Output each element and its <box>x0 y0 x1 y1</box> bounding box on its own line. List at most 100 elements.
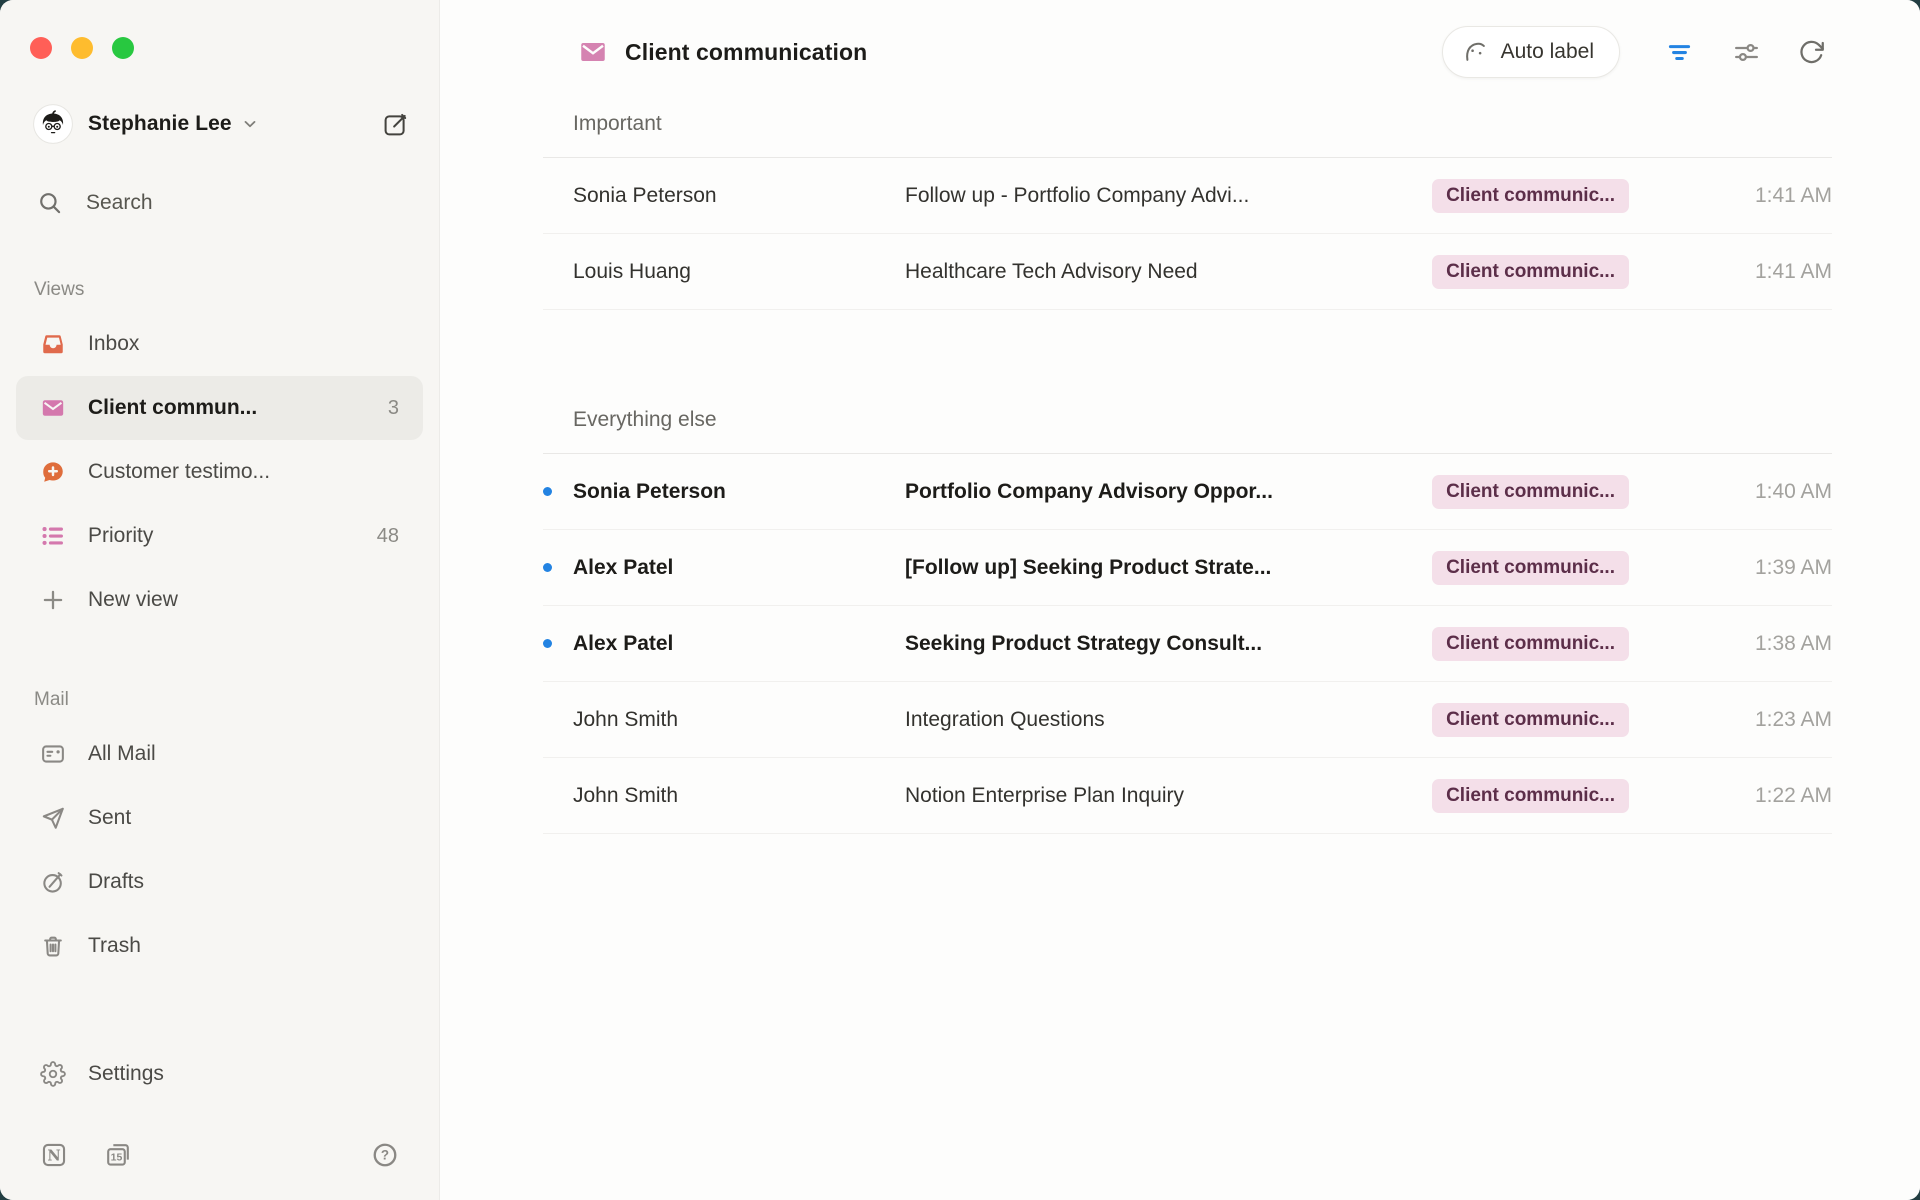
search-icon <box>37 190 63 216</box>
search-label: Search <box>86 191 153 215</box>
sidebar-item-label: All Mail <box>88 742 156 766</box>
sidebar-item-customer-testimonials[interactable]: Customer testimo... <box>16 440 423 504</box>
sidebar-item-trash[interactable]: Trash <box>16 914 423 978</box>
refresh-icon[interactable] <box>1798 39 1825 66</box>
main-header: Client communication Auto label <box>440 0 1920 104</box>
views-section-label: Views <box>16 268 423 312</box>
email-label-pill[interactable]: Client communic... <box>1432 703 1629 737</box>
sidebar-item-label: New view <box>88 588 178 612</box>
email-subject: Notion Enterprise Plan Inquiry <box>905 784 1432 808</box>
close-window-button[interactable] <box>30 37 52 59</box>
sidebar-item-inbox[interactable]: Inbox <box>16 312 423 376</box>
sidebar-item-client-communication[interactable]: Client commun... 3 <box>16 376 423 440</box>
sidebar-item-priority[interactable]: Priority 48 <box>16 504 423 568</box>
compose-icon[interactable] <box>382 111 409 138</box>
svg-text:15: 15 <box>111 1151 123 1163</box>
minimize-window-button[interactable] <box>71 37 93 59</box>
sidebar-item-count: 3 <box>388 397 399 420</box>
sidebar-item-label: Drafts <box>88 870 144 894</box>
email-time: 1:41 AM <box>1629 260 1832 284</box>
email-label-pill[interactable]: Client communic... <box>1432 255 1629 289</box>
svg-text:?: ? <box>381 1148 389 1163</box>
email-subject: [Follow up] Seeking Product Strate... <box>905 556 1432 580</box>
email-sender: John Smith <box>573 708 905 732</box>
unread-dot <box>543 487 552 496</box>
section-title: Everything else <box>543 400 1832 454</box>
trash-icon <box>40 933 66 959</box>
sidebar-item-label: Trash <box>88 934 141 958</box>
svg-text:N: N <box>47 1147 60 1164</box>
sidebar-item-drafts[interactable]: Drafts <box>16 850 423 914</box>
section-title: Important <box>543 104 1832 158</box>
sidebar-item-sent[interactable]: Sent <box>16 786 423 850</box>
email-subject: Portfolio Company Advisory Oppor... <box>905 480 1432 504</box>
email-sender: Alex Patel <box>573 632 905 656</box>
email-sender: Sonia Peterson <box>573 480 905 504</box>
email-time: 1:23 AM <box>1629 708 1832 732</box>
sidebar-item-new-view[interactable]: New view <box>16 568 423 632</box>
email-label-pill[interactable]: Client communic... <box>1432 475 1629 509</box>
email-row[interactable]: John Smith Integration Questions Client … <box>543 682 1832 758</box>
sidebar-item-settings[interactable]: Settings <box>16 1042 423 1106</box>
email-row[interactable]: Sonia Peterson Portfolio Company Advisor… <box>543 454 1832 530</box>
profile-name[interactable]: Stephanie Lee <box>88 112 232 136</box>
unread-dot <box>543 639 552 648</box>
send-icon <box>40 805 66 831</box>
window-controls <box>30 37 134 59</box>
inbox-icon <box>40 331 66 357</box>
email-sender: Alex Patel <box>573 556 905 580</box>
filter-icon[interactable] <box>1666 39 1693 66</box>
help-icon[interactable]: ? <box>371 1141 399 1169</box>
app-window: Stephanie Lee Search Views <box>0 0 1920 1200</box>
unread-dot <box>543 563 552 572</box>
priority-list-icon <box>40 523 66 549</box>
email-row[interactable]: Sonia Peterson Follow up - Portfolio Com… <box>543 158 1832 234</box>
email-time: 1:40 AM <box>1629 480 1832 504</box>
email-sender: John Smith <box>573 784 905 808</box>
search-button[interactable]: Search <box>37 180 153 226</box>
auto-label-button[interactable]: Auto label <box>1442 26 1620 78</box>
settings-label: Settings <box>88 1062 164 1086</box>
sidebar-item-label: Inbox <box>88 332 139 356</box>
header-actions: Auto label <box>1442 26 1825 78</box>
email-time: 1:38 AM <box>1629 632 1832 656</box>
sidebar-nav: Views Inbox Client commun... 3 <box>16 268 423 978</box>
email-row[interactable]: Louis Huang Healthcare Tech Advisory Nee… <box>543 234 1832 310</box>
sidebar-item-all-mail[interactable]: All Mail <box>16 722 423 786</box>
drafts-icon <box>40 869 66 895</box>
sidebar: Stephanie Lee Search Views <box>0 0 440 1200</box>
mail-section-label: Mail <box>16 678 423 722</box>
email-label-pill[interactable]: Client communic... <box>1432 627 1629 661</box>
email-row[interactable]: Alex Patel Seeking Product Strategy Cons… <box>543 606 1832 682</box>
email-row[interactable]: Alex Patel [Follow up] Seeking Product S… <box>543 530 1832 606</box>
email-list: Important Sonia Peterson Follow up - Por… <box>543 104 1832 834</box>
sidebar-item-label: Sent <box>88 806 131 830</box>
sidebar-item-label: Priority <box>88 524 153 548</box>
sliders-icon[interactable] <box>1733 39 1760 66</box>
sidebar-item-label: Client commun... <box>88 396 257 420</box>
envelope-icon <box>40 395 66 421</box>
avatar[interactable] <box>33 104 73 144</box>
email-sender: Sonia Peterson <box>573 184 905 208</box>
main-panel: Client communication Auto label <box>440 0 1920 1200</box>
email-label-pill[interactable]: Client communic... <box>1432 779 1629 813</box>
chat-plus-icon <box>40 459 66 485</box>
email-subject: Follow up - Portfolio Company Advi... <box>905 184 1432 208</box>
email-label-pill[interactable]: Client communic... <box>1432 179 1629 213</box>
chevron-down-icon[interactable] <box>241 115 259 133</box>
email-time: 1:22 AM <box>1629 784 1832 808</box>
sidebar-footer: N 15 ? <box>40 1123 399 1187</box>
ai-face-icon <box>1462 39 1489 66</box>
section-important: Important Sonia Peterson Follow up - Por… <box>543 104 1832 310</box>
maximize-window-button[interactable] <box>112 37 134 59</box>
email-label-pill[interactable]: Client communic... <box>1432 551 1629 585</box>
email-row[interactable]: John Smith Notion Enterprise Plan Inquir… <box>543 758 1832 834</box>
notion-calendar-icon[interactable]: 15 <box>104 1141 132 1169</box>
sidebar-item-count: 48 <box>377 525 399 548</box>
email-subject: Integration Questions <box>905 708 1432 732</box>
section-everything-else: Everything else Sonia Peterson Portfolio… <box>543 400 1832 834</box>
auto-label-text: Auto label <box>1501 40 1594 64</box>
email-time: 1:39 AM <box>1629 556 1832 580</box>
notion-logo-icon[interactable]: N <box>40 1141 68 1169</box>
email-subject: Healthcare Tech Advisory Need <box>905 260 1432 284</box>
